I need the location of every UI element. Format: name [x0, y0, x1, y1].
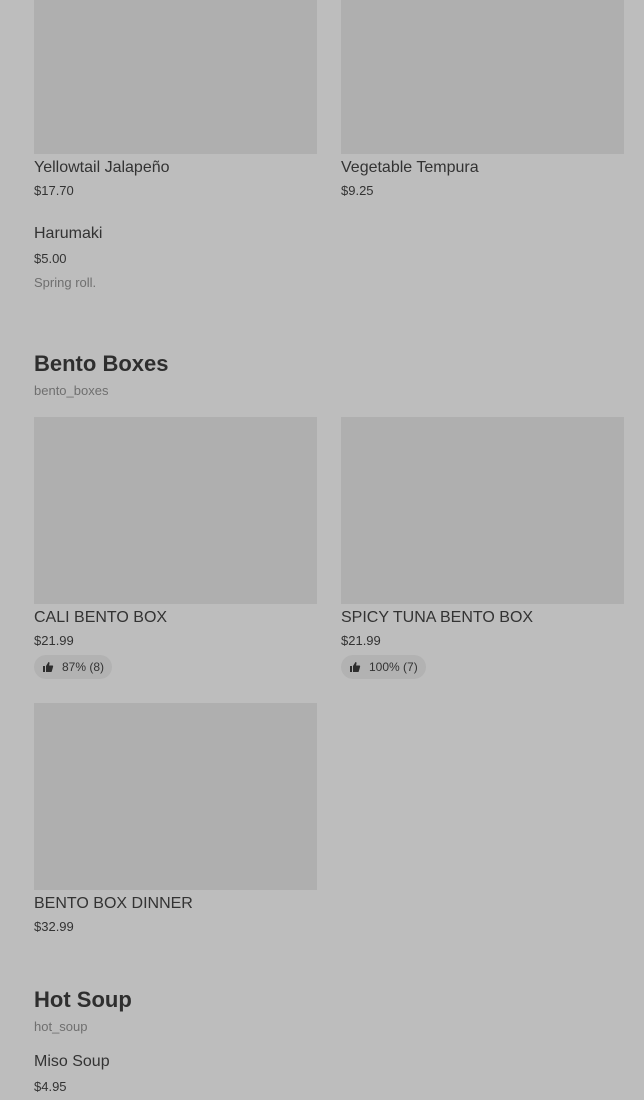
item-image — [341, 417, 624, 604]
rating-text: 87% (8) — [62, 660, 105, 674]
item-price: $21.99 — [341, 633, 381, 648]
item-name: Harumaki — [34, 225, 103, 242]
item-name: CALI BENTO BOX — [34, 609, 168, 626]
item-name: BENTO BOX DINNER — [34, 895, 193, 912]
rating-text: 100% (7) — [369, 660, 418, 674]
item-image — [34, 703, 317, 890]
item-image — [34, 0, 317, 154]
section-id: bento_boxes — [34, 383, 109, 398]
item-image — [34, 417, 317, 604]
item-image — [341, 0, 624, 154]
section-title: Bento Boxes — [34, 351, 169, 376]
rating-badge: 87% (8) — [34, 655, 113, 679]
item-price: $32.99 — [34, 919, 74, 934]
section-id: hot_soup — [34, 1019, 88, 1034]
thumbs-up-icon — [42, 661, 54, 673]
rating-badge: 100% (7) — [341, 655, 426, 679]
item-price: $9.25 — [341, 183, 374, 198]
item-price: $17.70 — [34, 183, 74, 198]
item-description: Spring roll. — [34, 275, 97, 290]
item-name: Yellowtail Jalapeño — [34, 159, 170, 176]
item-name: SPICY TUNA BENTO BOX — [341, 609, 534, 626]
item-price: $5.00 — [34, 251, 67, 266]
item-name: Miso Soup — [34, 1053, 110, 1070]
thumbs-up-icon — [349, 661, 361, 673]
section-title: Hot Soup — [34, 987, 132, 1012]
item-name: Vegetable Tempura — [341, 159, 479, 176]
item-price: $4.95 — [34, 1079, 67, 1094]
item-price: $21.99 — [34, 633, 74, 648]
